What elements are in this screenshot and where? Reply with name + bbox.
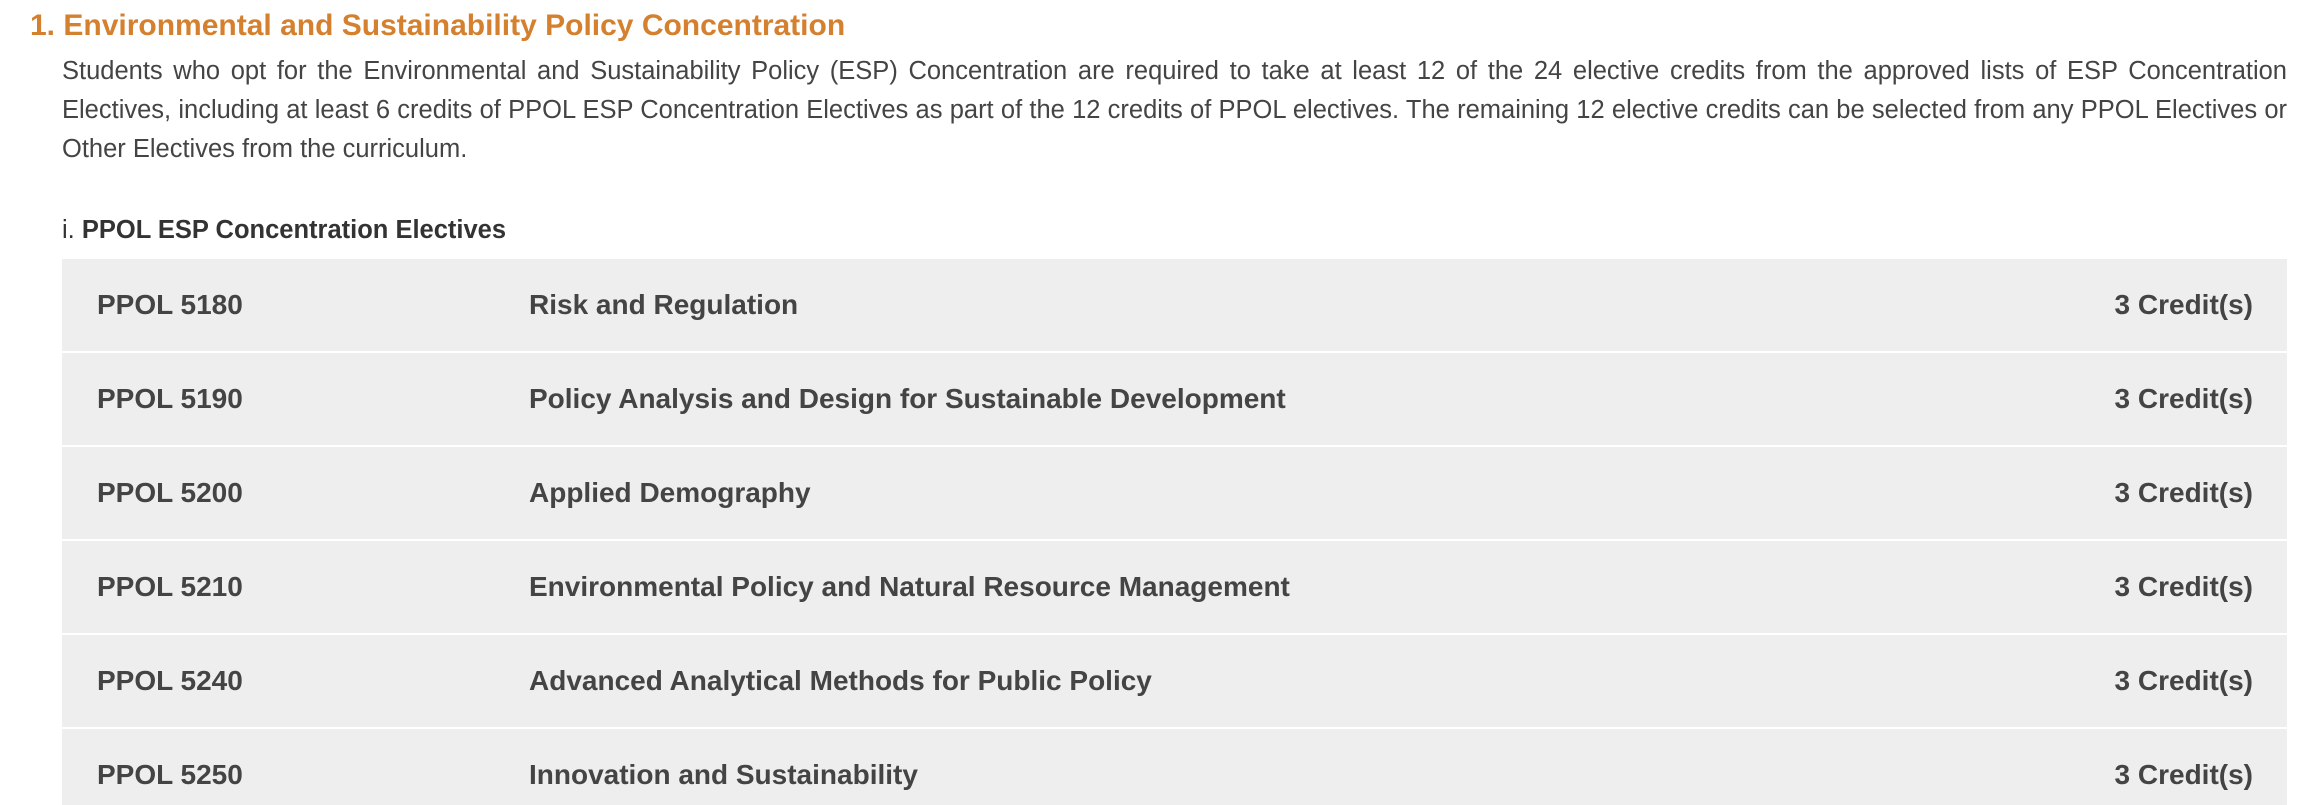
course-credits: 3 Credit(s)	[2114, 289, 2253, 320]
page: 1. Environmental and Sustainability Poli…	[0, 0, 2321, 805]
course-row[interactable]: PPOL 5180 Risk and Regulation 3 Credit(s…	[62, 259, 2287, 351]
section-heading: 1. Environmental and Sustainability Poli…	[30, 9, 846, 42]
course-title: Innovation and Sustainability	[529, 759, 918, 790]
course-table: PPOL 5180 Risk and Regulation 3 Credit(s…	[62, 259, 2287, 805]
course-code: PPOL 5250	[97, 759, 243, 790]
subsection-numeral: i.	[62, 216, 75, 244]
course-credits: 3 Credit(s)	[2114, 571, 2253, 602]
course-code: PPOL 5200	[97, 477, 243, 508]
course-row[interactable]: PPOL 5200 Applied Demography 3 Credit(s)	[62, 447, 2287, 539]
course-title: Risk and Regulation	[529, 289, 799, 320]
course-code: PPOL 5180	[97, 289, 243, 320]
course-code: PPOL 5240	[97, 665, 243, 696]
subsection-heading: i. PPOL ESP Concentration Electives	[62, 213, 506, 247]
course-credits: 3 Credit(s)	[2114, 665, 2253, 696]
course-code: PPOL 5190	[97, 383, 243, 414]
course-row[interactable]: PPOL 5250 Innovation and Sustainability …	[62, 729, 2287, 805]
course-title: Applied Demography	[529, 477, 811, 508]
course-title: Advanced Analytical Methods for Public P…	[529, 665, 1152, 696]
course-row[interactable]: PPOL 5190 Policy Analysis and Design for…	[62, 353, 2287, 445]
course-row[interactable]: PPOL 5240 Advanced Analytical Methods fo…	[62, 635, 2287, 727]
course-code: PPOL 5210	[97, 571, 243, 602]
subsection-title: PPOL ESP Concentration Electives	[81, 216, 507, 244]
course-credits: 3 Credit(s)	[2114, 759, 2253, 790]
course-credits: 3 Credit(s)	[2114, 477, 2253, 508]
course-title: Environmental Policy and Natural Resourc…	[529, 571, 1290, 602]
section-intro: Students who opt for the Environmental a…	[62, 57, 2287, 163]
course-title: Policy Analysis and Design for Sustainab…	[529, 383, 1286, 414]
course-credits: 3 Credit(s)	[2114, 383, 2253, 414]
course-row[interactable]: PPOL 5210 Environmental Policy and Natur…	[62, 541, 2287, 633]
